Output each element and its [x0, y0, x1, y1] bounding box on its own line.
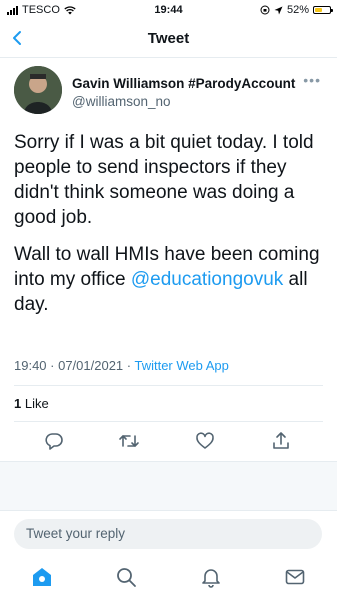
- more-icon[interactable]: •••: [303, 72, 321, 88]
- likes-label: Like: [21, 396, 49, 411]
- battery-level: [315, 8, 323, 12]
- tab-bar: [0, 555, 337, 600]
- tweet-author: Gavin Williamson #ParodyAccount @william…: [14, 66, 323, 118]
- retweet-button[interactable]: [116, 428, 142, 454]
- tweet-meta: 19:40 · 07/01/2021 · Twitter Web App: [14, 358, 229, 373]
- tweet-paragraph-2: Wall to wall HMIs have been coming into …: [14, 242, 324, 317]
- like-button[interactable]: [192, 428, 218, 454]
- divider: [14, 421, 323, 422]
- search-icon: [117, 568, 136, 587]
- divider: [14, 385, 323, 386]
- reply-bar: Tweet your reply: [0, 510, 337, 555]
- user-handle[interactable]: @williamson_no: [72, 94, 171, 109]
- heart-icon: [196, 432, 214, 449]
- retweet-icon: [119, 435, 139, 447]
- tab-home[interactable]: [30, 565, 54, 589]
- likes-count[interactable]: 1 Like: [14, 396, 49, 411]
- orientation-lock-icon: [260, 5, 270, 15]
- share-button[interactable]: [268, 428, 294, 454]
- reply-button[interactable]: [41, 428, 67, 454]
- tweet-timestamp: 19:40 · 07/01/2021 ·: [14, 358, 135, 373]
- bell-icon: [202, 569, 220, 588]
- tweet-actions: [0, 424, 337, 460]
- mail-icon: [285, 569, 305, 585]
- tweet-paragraph-1: Sorry if I was a bit quiet today. I told…: [14, 132, 314, 228]
- reply-icon: [45, 433, 63, 450]
- tab-search[interactable]: [114, 565, 138, 589]
- status-bar: TESCO 19:44 52%: [0, 0, 337, 20]
- display-name[interactable]: Gavin Williamson #ParodyAccount: [72, 76, 295, 91]
- tab-notifications[interactable]: [199, 565, 223, 589]
- battery-icon: [313, 6, 333, 14]
- nav-bar: Tweet: [0, 20, 337, 58]
- avatar[interactable]: [14, 66, 62, 114]
- tweet-text: Sorry if I was a bit quiet today. I told…: [14, 130, 324, 329]
- location-icon: [274, 6, 283, 14]
- page-title: Tweet: [147, 30, 190, 47]
- tab-messages[interactable]: [283, 565, 307, 589]
- home-icon: [33, 568, 51, 586]
- empty-replies-area: [0, 462, 337, 510]
- avatar-image: [14, 66, 62, 114]
- mention-link[interactable]: @educationgovuk: [131, 269, 283, 290]
- reply-input[interactable]: Tweet your reply: [14, 519, 322, 549]
- status-right: 52%: [260, 4, 333, 16]
- tweet-source-link[interactable]: Twitter Web App: [134, 358, 228, 373]
- share-icon: [273, 432, 289, 449]
- battery-percent: 52%: [286, 4, 309, 16]
